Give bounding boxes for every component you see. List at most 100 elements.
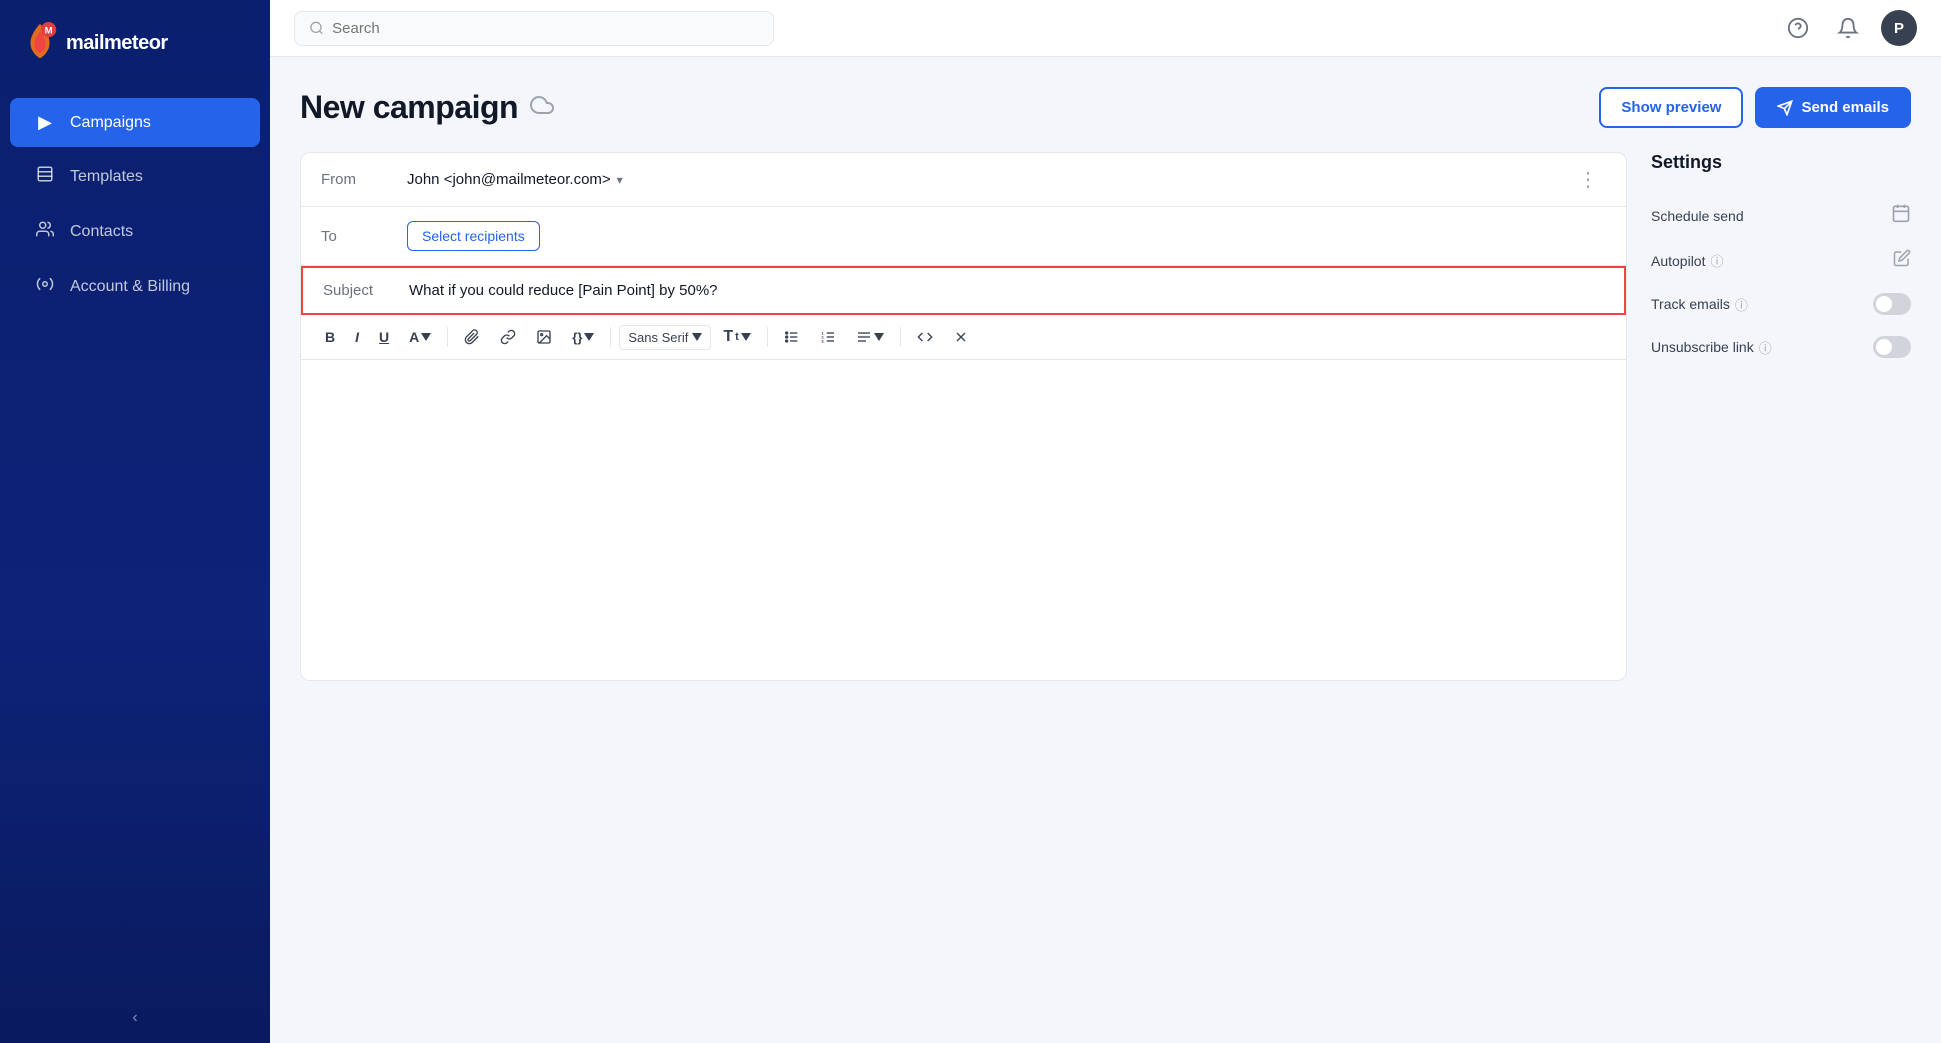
image-icon <box>536 329 552 345</box>
from-row-actions: ⋮ <box>1570 167 1606 192</box>
font-color-button[interactable]: A <box>401 324 439 350</box>
sidebar: M mailmeteor ▶ Campaigns Templates Conta… <box>0 0 270 1043</box>
search-bar[interactable] <box>294 11 774 46</box>
send-emails-button[interactable]: Send emails <box>1755 87 1911 128</box>
templates-icon <box>34 165 56 188</box>
account-billing-icon <box>34 275 56 298</box>
unsubscribe-link-toggle[interactable] <box>1873 336 1911 358</box>
toolbar-divider-4 <box>900 327 901 347</box>
composer-card: From John <john@mailmeteor.com> ▾ ⋮ To S… <box>300 152 1627 681</box>
show-preview-button[interactable]: Show preview <box>1599 87 1743 128</box>
code-icon <box>917 329 933 345</box>
subject-label: Subject <box>323 282 393 299</box>
search-icon <box>309 20 324 36</box>
svg-text:3.: 3. <box>821 338 824 343</box>
clear-format-icon <box>953 329 969 345</box>
page-title: New campaign <box>300 89 518 126</box>
from-dropdown-arrow[interactable]: ▾ <box>617 173 623 187</box>
campaigns-icon: ▶ <box>34 112 56 133</box>
code-button[interactable] <box>909 324 941 350</box>
contacts-icon <box>34 220 56 243</box>
toolbar-divider-1 <box>447 327 448 347</box>
sidebar-item-label-contacts: Contacts <box>70 223 133 241</box>
toolbar-row: B I U A <box>301 315 1626 360</box>
autopilot-action[interactable] <box>1893 249 1911 272</box>
autopilot-info-icon: ⓘ <box>1710 251 1723 270</box>
font-color-dropdown-icon <box>421 333 431 341</box>
search-input[interactable] <box>332 20 759 37</box>
font-family-dropdown-icon <box>692 333 702 341</box>
numbered-list-button[interactable]: 1. 2. 3. <box>812 324 844 350</box>
toolbar-divider-3 <box>767 327 768 347</box>
align-dropdown-icon <box>874 333 884 341</box>
unsubscribe-link-label: Unsubscribe link ⓘ <box>1651 338 1772 357</box>
from-value: John <john@mailmeteor.com> ▾ <box>407 171 1554 188</box>
bold-button[interactable]: B <box>317 324 343 350</box>
settings-schedule-send: Schedule send <box>1651 193 1911 239</box>
sidebar-collapse-button[interactable]: ‹ <box>0 993 270 1043</box>
sidebar-item-label-campaigns: Campaigns <box>70 114 151 132</box>
italic-button[interactable]: I <box>347 324 367 350</box>
bullet-list-icon <box>784 329 800 345</box>
attach-icon <box>464 329 480 345</box>
cloud-save-icon <box>530 93 554 123</box>
nav-items: ▶ Campaigns Templates Contacts <box>0 86 270 993</box>
align-button[interactable] <box>848 324 892 350</box>
notification-icon[interactable] <box>1831 11 1865 45</box>
schedule-send-action[interactable] <box>1891 203 1911 228</box>
svg-text:M: M <box>45 25 53 36</box>
font-size-button[interactable]: Tt <box>715 323 758 351</box>
select-recipients-button[interactable]: Select recipients <box>407 221 540 251</box>
page-header: New campaign Show preview Send emails <box>300 87 1911 128</box>
logo-text: mailmeteor <box>66 32 168 55</box>
autopilot-label: Autopilot ⓘ <box>1651 251 1724 270</box>
header-actions: Show preview Send emails <box>1599 87 1911 128</box>
composer-main: From John <john@mailmeteor.com> ▾ ⋮ To S… <box>300 152 1627 1013</box>
settings-autopilot: Autopilot ⓘ <box>1651 239 1911 283</box>
settings-title: Settings <box>1651 152 1911 173</box>
calendar-icon <box>1891 203 1911 223</box>
toolbar-divider-2 <box>610 327 611 347</box>
sidebar-item-templates[interactable]: Templates <box>10 151 260 202</box>
font-size-dropdown-icon <box>741 333 751 341</box>
from-row: From John <john@mailmeteor.com> ▾ ⋮ <box>301 153 1626 207</box>
settings-panel: Settings Schedule send Autopilot ⓘ <box>1651 152 1911 1013</box>
sidebar-item-label-templates: Templates <box>70 168 143 186</box>
unsubscribe-info-icon: ⓘ <box>1759 338 1772 357</box>
track-emails-toggle[interactable] <box>1873 293 1911 315</box>
from-label: From <box>321 171 391 188</box>
numbered-list-icon: 1. 2. 3. <box>820 329 836 345</box>
link-button[interactable] <box>492 324 524 350</box>
variable-button[interactable]: {} <box>564 325 602 350</box>
subject-input[interactable] <box>409 282 1604 299</box>
settings-track-emails: Track emails ⓘ <box>1651 283 1911 326</box>
more-options-icon[interactable]: ⋮ <box>1570 167 1606 193</box>
align-icon <box>856 329 872 345</box>
composer-layout: From John <john@mailmeteor.com> ▾ ⋮ To S… <box>300 152 1911 1013</box>
page-content: New campaign Show preview Send emails <box>270 57 1941 1043</box>
edit-icon <box>1893 249 1911 267</box>
sidebar-item-campaigns[interactable]: ▶ Campaigns <box>10 98 260 147</box>
image-button[interactable] <box>528 324 560 350</box>
attach-button[interactable] <box>456 324 488 350</box>
schedule-send-label: Schedule send <box>1651 208 1744 224</box>
link-icon <box>500 329 516 345</box>
to-row: To Select recipients <box>301 207 1626 266</box>
sidebar-item-contacts[interactable]: Contacts <box>10 206 260 257</box>
editor-body[interactable] <box>301 360 1626 680</box>
font-family-select[interactable]: Sans Serif <box>619 325 711 350</box>
variable-dropdown-icon <box>584 333 594 341</box>
main-content: P New campaign Show preview Sen <box>270 0 1941 1043</box>
page-title-area: New campaign <box>300 89 1599 126</box>
send-icon <box>1777 100 1793 116</box>
underline-button[interactable]: U <box>371 324 397 350</box>
help-icon[interactable] <box>1781 11 1815 45</box>
to-label: To <box>321 228 391 245</box>
bullet-list-button[interactable] <box>776 324 808 350</box>
sidebar-item-label-account: Account & Billing <box>70 278 190 296</box>
track-emails-info-icon: ⓘ <box>1735 295 1748 314</box>
clear-format-button[interactable] <box>945 324 977 350</box>
track-emails-label: Track emails ⓘ <box>1651 295 1748 314</box>
avatar[interactable]: P <box>1881 10 1917 46</box>
sidebar-item-account-billing[interactable]: Account & Billing <box>10 261 260 312</box>
